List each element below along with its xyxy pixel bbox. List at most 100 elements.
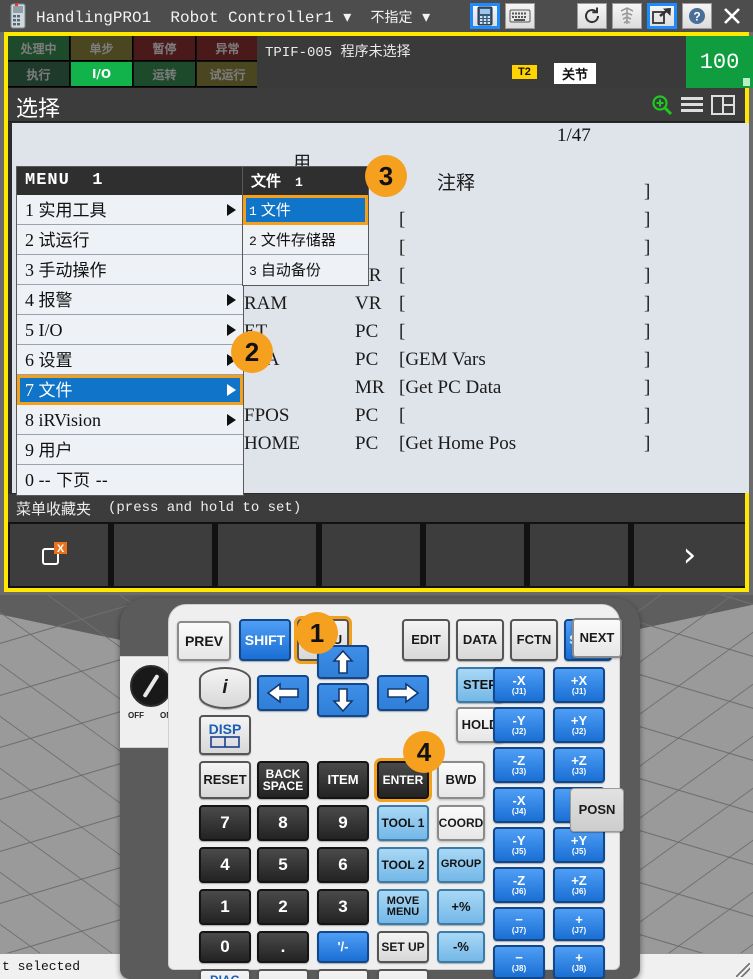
menu-item-file-memory[interactable]: 2 文件存储器 xyxy=(243,225,368,255)
key-num2[interactable]: 2 xyxy=(257,889,309,925)
key-item[interactable]: ITEM xyxy=(317,761,369,799)
key-movemenu[interactable]: MOVE MENU xyxy=(377,889,429,925)
close-button[interactable] xyxy=(717,3,747,29)
key-status[interactable]: STATUS xyxy=(377,969,429,979)
key-bwd[interactable]: BWD xyxy=(437,761,485,799)
key-disp[interactable]: DISP xyxy=(199,715,251,755)
key-arrow-down[interactable] xyxy=(317,683,369,717)
jog-minus-j8[interactable]: − (J8) xyxy=(493,945,545,979)
favorite-cell-4[interactable] xyxy=(322,524,423,586)
bracket-close: ] xyxy=(644,293,651,314)
menu-item-auto-backup[interactable]: 3 自动备份 xyxy=(243,255,368,285)
jog-minus-z-j6[interactable]: -Z (J6) xyxy=(493,867,545,903)
jog-axis: (J1) xyxy=(571,686,587,696)
jog-minus-j7[interactable]: − (J7) xyxy=(493,907,545,941)
jog-minus-y-j2[interactable]: -Y (J2) xyxy=(493,707,545,743)
refresh-button[interactable] xyxy=(577,3,607,29)
key-io[interactable]: I/O xyxy=(317,969,369,979)
key-num4[interactable]: 4 xyxy=(199,847,251,883)
key-tool1[interactable]: TOOL 1 xyxy=(377,805,429,841)
sidebar-item-test-run[interactable]: 2 试运行 xyxy=(17,225,243,255)
table-row[interactable]: FPOS PC [] xyxy=(244,405,744,433)
key-num7[interactable]: 7 xyxy=(199,805,251,841)
key-tool2[interactable]: TOOL 2 xyxy=(377,847,429,883)
antenna-button[interactable] xyxy=(612,3,642,29)
key-num6[interactable]: 6 xyxy=(317,847,369,883)
key-coord[interactable]: COORD xyxy=(437,805,485,841)
key-setup[interactable]: SET UP xyxy=(377,931,429,963)
controller-dropdown-caret[interactable]: ▾ xyxy=(343,9,351,27)
onoff-knob[interactable] xyxy=(130,665,172,707)
key-num3[interactable]: 3 xyxy=(317,889,369,925)
key-edit[interactable]: EDIT xyxy=(402,619,450,661)
sidebar-item-manual-op[interactable]: 3 手动操作 xyxy=(17,255,243,285)
favorite-cell-5[interactable] xyxy=(426,524,527,586)
key-arrow-right[interactable] xyxy=(377,675,429,711)
sidebar-item-irvision[interactable]: 8 iRVision xyxy=(17,405,243,435)
key-num9[interactable]: 9 xyxy=(317,805,369,841)
menu-label: -- 下页 -- xyxy=(38,471,108,491)
sidebar-item-next-page[interactable]: 0 -- 下页 -- xyxy=(17,465,243,495)
sidebar-item-alarm[interactable]: 4 报警 xyxy=(17,285,243,315)
key-next[interactable]: NEXT xyxy=(572,618,622,658)
favorite-cell-6[interactable] xyxy=(530,524,631,586)
keyboard-view-button[interactable] xyxy=(505,3,535,29)
sidebar-item-settings[interactable]: 6 设置 xyxy=(17,345,243,375)
zoom-icon[interactable] xyxy=(651,94,673,116)
key-info[interactable]: i xyxy=(199,667,251,709)
jog-plus-j8[interactable]: + (J8) xyxy=(553,945,605,979)
resize-grip-icon[interactable] xyxy=(736,963,750,977)
jog-minus-x-j1[interactable]: -X (J1) xyxy=(493,667,545,703)
key-num1[interactable]: 1 xyxy=(199,889,251,925)
key-num5[interactable]: 5 xyxy=(257,847,309,883)
teach-pendant-view-button[interactable] xyxy=(470,3,500,29)
mode-dropdown-caret[interactable]: ▾ xyxy=(422,9,430,27)
jog-plus-z-j6[interactable]: +Z (J6) xyxy=(553,867,605,903)
favorite-cell-3[interactable] xyxy=(218,524,319,586)
sidebar-item-utilities[interactable]: 1 实用工具 xyxy=(17,195,243,225)
key-dot[interactable]: . xyxy=(257,931,309,963)
key-speed-up[interactable]: +% xyxy=(437,889,485,925)
jog-minus-y-j5[interactable]: -Y (J5) xyxy=(493,827,545,863)
key-reset[interactable]: RESET xyxy=(199,761,251,799)
menu-icon[interactable] xyxy=(681,97,703,113)
key-speed-down[interactable]: -% xyxy=(437,931,485,963)
key-group[interactable]: GROUP xyxy=(437,847,485,883)
key-data[interactable]: DATA xyxy=(456,619,504,661)
sidebar-item-file[interactable]: 7 文件 xyxy=(17,375,243,405)
key-num8[interactable]: 8 xyxy=(257,805,309,841)
popout-button[interactable] xyxy=(647,3,677,29)
table-row[interactable]: MR [Get PC Data] xyxy=(244,377,744,405)
jog-plus-z-j3[interactable]: +Z (J3) xyxy=(553,747,605,783)
key-diag-help[interactable]: DIAG HELP xyxy=(199,969,251,979)
key-num0[interactable]: 0 xyxy=(199,931,251,963)
key-arrow-left[interactable] xyxy=(257,675,309,711)
favorite-cell-1[interactable]: X xyxy=(10,524,111,586)
jog-plus-x-j1[interactable]: +X (J1) xyxy=(553,667,605,703)
key-backspace[interactable]: BACK SPACE xyxy=(257,761,309,799)
menu-item-file[interactable]: 1 文件 xyxy=(243,195,368,225)
key-prev[interactable]: PREV xyxy=(177,621,231,661)
jog-plus-j7[interactable]: + (J7) xyxy=(553,907,605,941)
jog-plus-y-j2[interactable]: +Y (J2) xyxy=(553,707,605,743)
sidebar-item-user[interactable]: 9 用户 xyxy=(17,435,243,465)
jog-minus-z-j3[interactable]: -Z (J3) xyxy=(493,747,545,783)
favorite-next-page[interactable]: › xyxy=(634,524,745,586)
jog-minus-x-j4[interactable]: -X (J4) xyxy=(493,787,545,823)
key-posn[interactable]: POSN xyxy=(257,969,309,979)
jog-plus-y-j5[interactable]: +Y (J5) xyxy=(553,827,605,863)
menu-num: 3 xyxy=(25,260,34,280)
key-posn-side[interactable]: POSN xyxy=(570,788,624,832)
favorite-cell-2[interactable] xyxy=(114,524,215,586)
table-row[interactable]: RAM VR [] xyxy=(244,293,744,321)
panes-icon[interactable] xyxy=(711,95,735,115)
key-fctn[interactable]: FCTN xyxy=(510,619,558,661)
table-row[interactable]: HOME PC [Get Home Pos] xyxy=(244,433,744,461)
key-sign[interactable]: '/- xyxy=(317,931,369,963)
table-row[interactable]: ATAPC[GEM Vars] xyxy=(244,349,744,377)
table-row[interactable]: ETPC[] xyxy=(244,321,744,349)
sidebar-item-io[interactable]: 5 I/O xyxy=(17,315,243,345)
key-shift-left[interactable]: SHIFT xyxy=(239,619,291,661)
bracket-open: [ xyxy=(399,209,406,230)
help-button[interactable]: ? xyxy=(682,3,712,29)
